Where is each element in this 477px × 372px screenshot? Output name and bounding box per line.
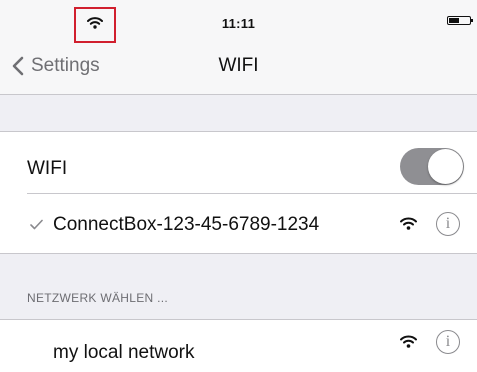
network-name: my local network (53, 342, 195, 363)
toggle-knob (428, 149, 463, 184)
wifi-settings-screen: 11:11 Settings WIFI WIFI ConnectBox-123-… (0, 0, 477, 372)
status-time: 11:11 (221, 16, 256, 31)
info-icon[interactable]: i (436, 330, 460, 354)
group-bottom-divider (0, 253, 477, 254)
wifi-signal-icon (400, 217, 417, 230)
checkmark-icon (30, 219, 43, 230)
wifi-toggle[interactable] (400, 148, 464, 185)
network-list-item[interactable]: my local network i (0, 320, 477, 372)
group-top-divider (0, 131, 477, 132)
wifi-signal-icon (400, 335, 417, 348)
connected-network-row[interactable]: ConnectBox-123-45-6789-1234 i (0, 194, 477, 252)
navigation-header: 11:11 Settings WIFI (0, 0, 477, 95)
wifi-row-label: WIFI (27, 158, 68, 179)
page-title: WIFI (218, 55, 259, 76)
status-bar: 11:11 (0, 0, 477, 43)
connected-network-name: ConnectBox-123-45-6789-1234 (53, 214, 320, 235)
info-icon[interactable]: i (436, 212, 460, 236)
section-header: NETZWERK WÄHLEN ... (27, 291, 169, 305)
battery-icon (447, 16, 473, 25)
